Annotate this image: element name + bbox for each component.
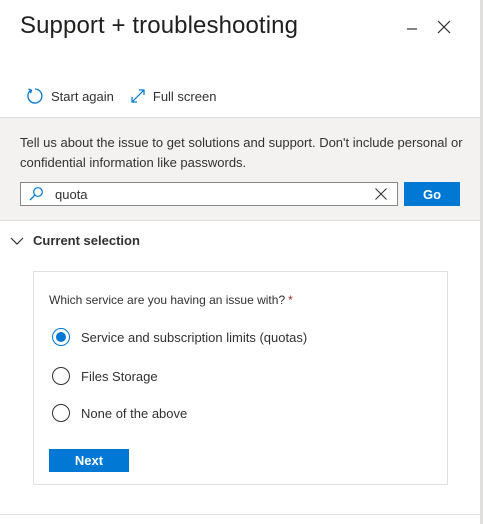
clear-icon (375, 188, 387, 200)
radio-selected[interactable] (52, 328, 70, 346)
expand-icon (131, 89, 145, 103)
option-service-limits[interactable]: Service and subscription limits (quotas) (52, 328, 307, 346)
section-title: Current selection (33, 233, 140, 248)
full-screen-label: Full screen (152, 88, 217, 104)
question-text: Which service are you having an issue wi… (49, 293, 286, 307)
required-mark: * (288, 293, 293, 307)
minimize-button[interactable] (401, 16, 423, 38)
search-icon (21, 186, 51, 202)
toolbar: Start again Full screen (26, 86, 232, 106)
start-again-button[interactable]: Start again (26, 87, 114, 105)
next-button[interactable]: Next (49, 449, 129, 472)
full-screen-button[interactable]: Full screen (130, 88, 217, 104)
question-label: Which service are you having an issue wi… (49, 293, 293, 307)
info-text: Tell us about the issue to get solutions… (20, 135, 463, 170)
start-again-label: Start again (51, 88, 114, 104)
radio-unselected[interactable] (52, 367, 70, 385)
panel-title: Support + troubleshooting (20, 12, 299, 39)
option-label: Files Storage (81, 368, 158, 384)
search-box (20, 182, 398, 206)
option-label: None of the above (81, 405, 188, 421)
search-input[interactable] (51, 184, 365, 204)
info-area: Tell us about the issue to get solutions… (0, 117, 480, 221)
option-label: Service and subscription limits (quotas) (81, 329, 308, 345)
radio-unselected[interactable] (52, 404, 70, 422)
option-none[interactable]: None of the above (52, 404, 187, 422)
close-button[interactable] (433, 16, 455, 38)
service-question-card: Which service are you having an issue wi… (33, 271, 448, 485)
clear-search-button[interactable] (365, 183, 397, 205)
bottom-divider (0, 514, 480, 515)
support-panel: Support + troubleshooting Start again Fu… (0, 0, 483, 524)
chevron-down-icon (10, 237, 24, 245)
current-selection-toggle[interactable]: Current selection (10, 233, 140, 248)
close-icon (437, 20, 451, 34)
refresh-icon (27, 88, 43, 104)
option-files-storage[interactable]: Files Storage (52, 367, 158, 385)
minimize-icon (407, 28, 417, 30)
go-button[interactable]: Go (404, 182, 460, 206)
